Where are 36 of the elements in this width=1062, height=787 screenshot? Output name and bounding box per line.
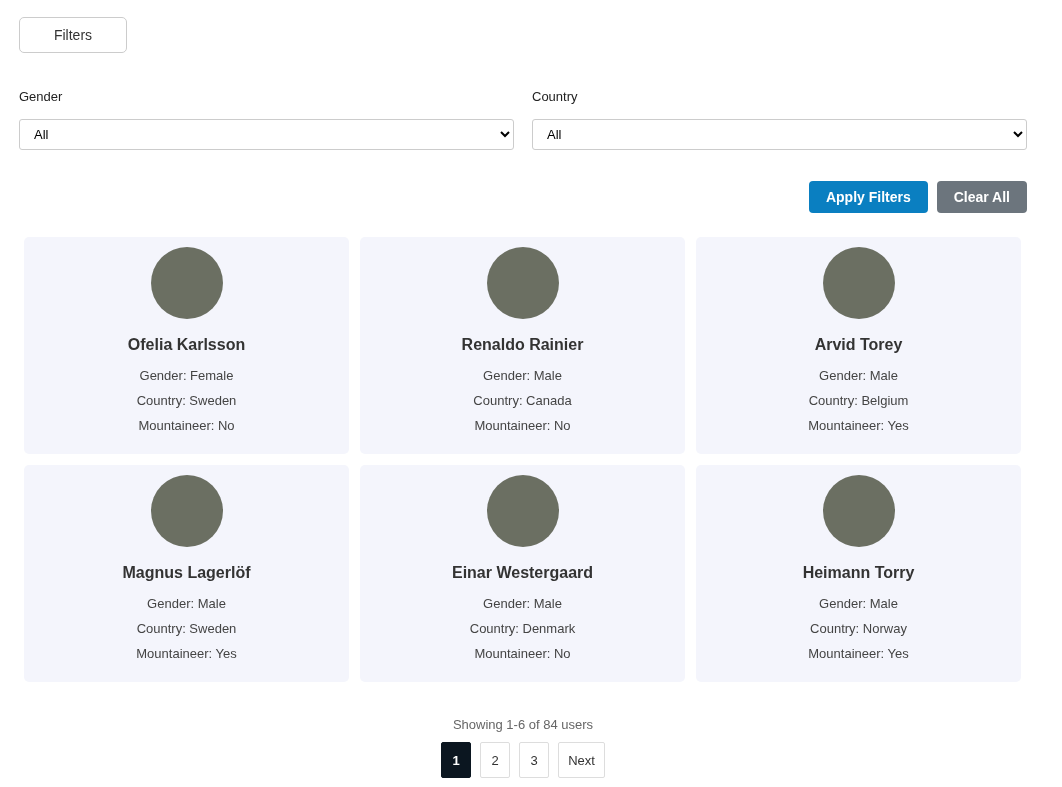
user-country: Country: Norway (810, 620, 907, 637)
user-country: Country: Sweden (136, 392, 237, 409)
select-dropdown[interactable]: All (19, 119, 514, 150)
user-gender: Gender: Male (483, 367, 562, 384)
page-button[interactable]: 3 (519, 742, 550, 778)
user-mountaineer: Mountaineer: No (474, 417, 571, 434)
user-name: Renaldo Rainier (461, 336, 584, 354)
page-button[interactable]: 1 (441, 742, 472, 778)
user-gender: Gender: Female (139, 367, 234, 384)
user-gender: Gender: Male (819, 595, 898, 612)
user-country: Country: Sweden (136, 620, 237, 637)
clear-button[interactable]: Clear All (936, 181, 1027, 213)
user-mountaineer: Mountaineer: No (138, 417, 235, 434)
user-gender: Gender: Male (819, 367, 898, 384)
field-label: Gender (19, 89, 64, 104)
user-country: Country: Belgium (808, 392, 909, 409)
page-button[interactable]: 2 (480, 742, 511, 778)
user-mountaineer: Mountaineer: Yes (808, 417, 909, 434)
page-button[interactable]: Next (558, 742, 605, 778)
user-mountaineer: Mountaineer: Yes (136, 645, 237, 662)
filters-button[interactable]: Filters (19, 17, 127, 53)
user-gender: Gender: Male (147, 595, 226, 612)
user-country: Country: Denmark (469, 620, 576, 637)
results-summary: Showing 1-6 of 84 users (451, 717, 595, 732)
user-mountaineer: Mountaineer: Yes (808, 645, 909, 662)
user-name: Magnus Lagerlöf (122, 564, 251, 582)
user-name: Ofelia Karlsson (127, 336, 246, 354)
user-mountaineer: Mountaineer: No (474, 645, 571, 662)
field-label: Country (532, 89, 579, 104)
select-dropdown[interactable]: All (532, 119, 1027, 150)
user-gender: Gender: Male (483, 595, 562, 612)
user-name: Heimann Torry (802, 564, 915, 582)
user-name: Arvid Torey (814, 336, 903, 354)
apply-button[interactable]: Apply Filters (808, 181, 928, 213)
user-country: Country: Canada (473, 392, 572, 409)
user-name: Einar Westergaard (451, 564, 594, 582)
